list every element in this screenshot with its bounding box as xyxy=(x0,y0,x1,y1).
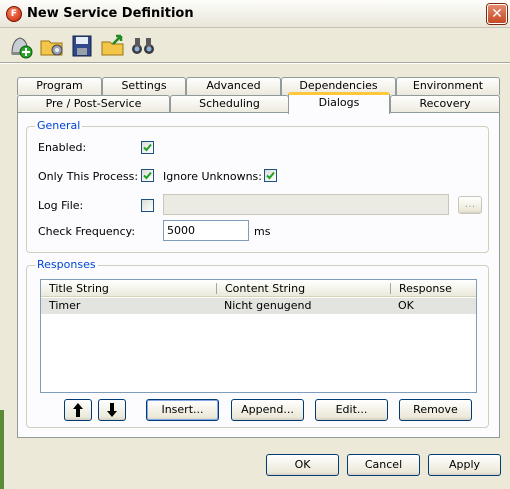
only-this-process-label: Only This Process: xyxy=(38,170,139,183)
browse-log-file-button[interactable]: ... xyxy=(458,196,482,214)
arrow-down-icon xyxy=(107,403,117,417)
responses-list[interactable]: Title String Content String Response Tim… xyxy=(40,279,477,393)
background-window-edge xyxy=(0,410,4,489)
append-button[interactable]: Append... xyxy=(231,399,304,421)
window-title: New Service Definition xyxy=(27,6,194,21)
tab-environment[interactable]: Environment xyxy=(396,77,500,95)
move-up-button[interactable] xyxy=(64,399,92,421)
close-icon: ✕ xyxy=(491,6,503,22)
tab-program[interactable]: Program xyxy=(17,77,102,95)
find-button[interactable] xyxy=(129,32,157,60)
column-header-response[interactable]: Response xyxy=(391,280,476,297)
enabled-checkbox[interactable] xyxy=(141,141,154,154)
title-bar[interactable]: F New Service Definition ✕ xyxy=(0,0,510,28)
tab-settings[interactable]: Settings xyxy=(102,77,186,95)
open-folder-icon xyxy=(101,34,124,56)
responses-legend: Responses xyxy=(35,258,98,271)
only-this-process-checkbox[interactable] xyxy=(141,169,154,182)
find-binoculars-icon xyxy=(132,38,154,54)
open-config-button[interactable] xyxy=(38,32,66,60)
log-file-checkbox[interactable] xyxy=(141,199,154,212)
arrow-up-icon xyxy=(73,403,83,417)
general-legend: General xyxy=(35,119,83,132)
app-icon: F xyxy=(6,6,22,22)
open-folder-gear-icon xyxy=(40,40,63,56)
ignore-unknowns-label: Ignore Unknowns: xyxy=(163,170,262,183)
check-frequency-unit: ms xyxy=(254,225,271,238)
cancel-button[interactable]: Cancel xyxy=(347,454,420,476)
checkmark-icon xyxy=(266,171,275,180)
tab-advanced[interactable]: Advanced xyxy=(186,77,281,95)
column-header-content-string[interactable]: Content String xyxy=(217,280,391,297)
checkmark-icon xyxy=(143,143,152,152)
log-file-input[interactable] xyxy=(163,194,449,215)
move-down-button[interactable] xyxy=(98,399,126,421)
apply-button[interactable]: Apply xyxy=(428,454,501,476)
toolbar-separator xyxy=(0,62,510,64)
tab-recovery[interactable]: Recovery xyxy=(390,95,500,113)
insert-button[interactable]: Insert... xyxy=(146,399,219,421)
new-service-button[interactable] xyxy=(6,32,34,60)
edit-button[interactable]: Edit... xyxy=(315,399,388,421)
check-frequency-label: Check Frequency: xyxy=(38,225,136,238)
remove-button[interactable]: Remove xyxy=(399,399,472,421)
tab-pre-post-service[interactable]: Pre / Post-Service xyxy=(17,95,170,113)
checkmark-icon xyxy=(143,171,152,180)
new-service-icon xyxy=(11,37,33,59)
ok-button[interactable]: OK xyxy=(266,454,339,476)
tab-dialogs[interactable]: Dialogs xyxy=(288,92,390,114)
tab-scheduling[interactable]: Scheduling xyxy=(170,95,289,113)
log-file-label: Log File: xyxy=(38,199,84,212)
toolbar xyxy=(0,29,510,63)
row-title-cell: Timer xyxy=(49,299,81,312)
check-frequency-input[interactable]: 5000 xyxy=(163,220,249,241)
column-header-title-string[interactable]: Title String xyxy=(41,280,217,297)
row-content-cell: Nicht genugend xyxy=(224,299,312,312)
open-button[interactable] xyxy=(99,32,127,60)
save-button[interactable] xyxy=(68,32,96,60)
ignore-unknowns-checkbox[interactable] xyxy=(264,169,277,182)
enabled-label: Enabled: xyxy=(38,141,87,154)
save-icon xyxy=(72,35,92,57)
row-response-cell: OK xyxy=(398,299,414,312)
close-button[interactable]: ✕ xyxy=(487,4,507,24)
